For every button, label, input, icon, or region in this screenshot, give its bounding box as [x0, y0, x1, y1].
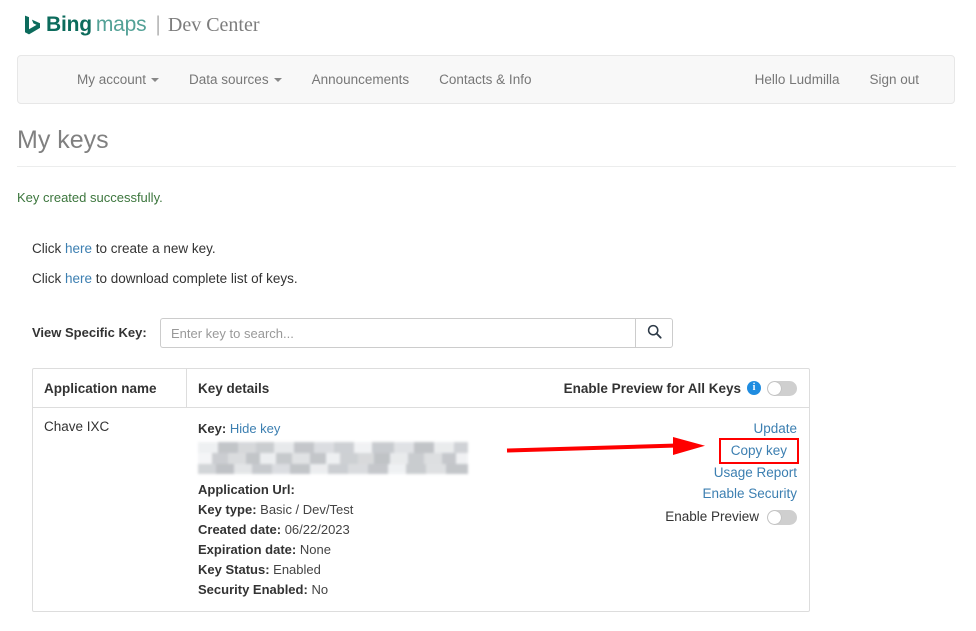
create-new-key-link[interactable]: here [65, 241, 92, 256]
title-divider [17, 166, 956, 167]
info-icon[interactable]: i [747, 381, 761, 395]
detail-expiration-date-value: None [299, 542, 331, 557]
column-header-application-name: Application name [33, 369, 187, 407]
enable-preview-all-group: Enable Preview for All Keys i [563, 380, 797, 396]
detail-expiration-date: Expiration date: None [198, 540, 797, 560]
toggle-knob [768, 381, 781, 395]
status-message: Key created successfully. [17, 190, 163, 205]
search-box [160, 318, 673, 348]
row-actions: Update Copy key Usage Report Enable Secu… [665, 419, 800, 527]
nav-item-my-account-label: My account [77, 72, 147, 87]
table-row: Chave IXC Key: Hide key Application Url:… [33, 408, 809, 611]
update-link[interactable]: Update [753, 419, 797, 439]
cell-key-details: Key: Hide key Application Url: Key type:… [187, 408, 809, 611]
nav-item-sign-out[interactable]: Sign out [854, 56, 934, 103]
nav-item-my-account[interactable]: My account [62, 56, 174, 103]
nav-item-contacts-info[interactable]: Contacts & Info [424, 56, 546, 103]
instruction-download-keys: Click here to download complete list of … [32, 271, 298, 286]
detail-key-status: Key Status: Enabled [198, 560, 797, 580]
toggle-knob [768, 510, 781, 524]
usage-report-link[interactable]: Usage Report [714, 463, 797, 483]
search-icon [647, 324, 662, 342]
nav-item-announcements[interactable]: Announcements [297, 56, 425, 103]
search-button[interactable] [635, 318, 673, 348]
instruction-download-keys-prefix: Click [32, 271, 65, 286]
nav-item-greeting[interactable]: Hello Ludmilla [740, 56, 855, 103]
detail-security-enabled: Security Enabled: No [198, 580, 797, 600]
instruction-download-keys-suffix: to download complete list of keys. [92, 271, 298, 286]
keys-table: Application name Key details Enable Prev… [32, 368, 810, 612]
brand-bing-text: Bing [46, 13, 92, 36]
chevron-down-icon [273, 77, 282, 82]
brand-separator: | [155, 13, 161, 36]
nav-item-contacts-info-label: Contacts & Info [439, 72, 532, 87]
brand-dev-center-text: Dev Center [167, 13, 260, 36]
bing-logo-icon [24, 15, 41, 35]
detail-application-url-label: Application Url: [198, 482, 295, 497]
brand-maps-text: maps [95, 13, 147, 36]
enable-preview-all-label: Enable Preview for All Keys [563, 380, 741, 396]
brand-logo[interactable]: Bing maps | Dev Center [24, 13, 260, 37]
nav-item-data-sources-label: Data sources [189, 72, 269, 87]
detail-expiration-date-label: Expiration date: [198, 542, 297, 557]
detail-key-type-label: Key type: [198, 502, 257, 517]
column-header-key-details: Key details [198, 380, 270, 396]
download-keys-link[interactable]: here [65, 271, 92, 286]
copy-key-link[interactable]: Copy key [718, 438, 800, 464]
nav-item-announcements-label: Announcements [311, 72, 410, 87]
instruction-create-key-suffix: to create a new key. [92, 241, 216, 256]
enable-preview-row: Enable Preview [665, 507, 797, 527]
table-header-row: Application name Key details Enable Prev… [33, 369, 809, 408]
detail-created-date-value: 06/22/2023 [284, 522, 350, 537]
enable-preview-all-toggle[interactable] [767, 380, 797, 396]
cell-application-name: Chave IXC [44, 419, 110, 434]
enable-security-link[interactable]: Enable Security [702, 484, 797, 504]
detail-key-status-label: Key Status: [198, 562, 270, 577]
navbar-left-group: My account Data sources Announcements Co… [62, 56, 546, 103]
enable-preview-label: Enable Preview [665, 509, 759, 524]
navbar-right-group: Hello Ludmilla Sign out [740, 56, 934, 103]
main-navbar: My account Data sources Announcements Co… [17, 55, 955, 104]
redacted-key-value [198, 442, 468, 474]
chevron-down-icon [151, 77, 160, 82]
detail-security-enabled-label: Security Enabled: [198, 582, 308, 597]
instruction-create-key-prefix: Click [32, 241, 65, 256]
hide-key-link[interactable]: Hide key [230, 421, 281, 436]
detail-created-date-label: Created date: [198, 522, 282, 537]
column-header-key-details-wrap: Key details Enable Preview for All Keys … [187, 369, 809, 407]
page-title: My keys [17, 126, 109, 154]
search-label: View Specific Key: [32, 325, 147, 340]
detail-key-type-value: Basic / Dev/Test [260, 502, 354, 517]
nav-greeting-label: Hello Ludmilla [754, 72, 840, 87]
nav-sign-out-label: Sign out [869, 72, 919, 87]
search-row: View Specific Key: [32, 318, 732, 368]
detail-key-status-value: Enabled [273, 562, 321, 577]
search-input[interactable] [160, 318, 635, 348]
enable-preview-toggle[interactable] [767, 509, 797, 525]
brand-header: Bing maps | Dev Center [0, 0, 976, 50]
nav-item-data-sources[interactable]: Data sources [174, 56, 297, 103]
detail-security-enabled-value: No [311, 582, 329, 597]
instruction-create-key: Click here to create a new key. [32, 241, 216, 256]
key-label: Key: [198, 421, 227, 436]
